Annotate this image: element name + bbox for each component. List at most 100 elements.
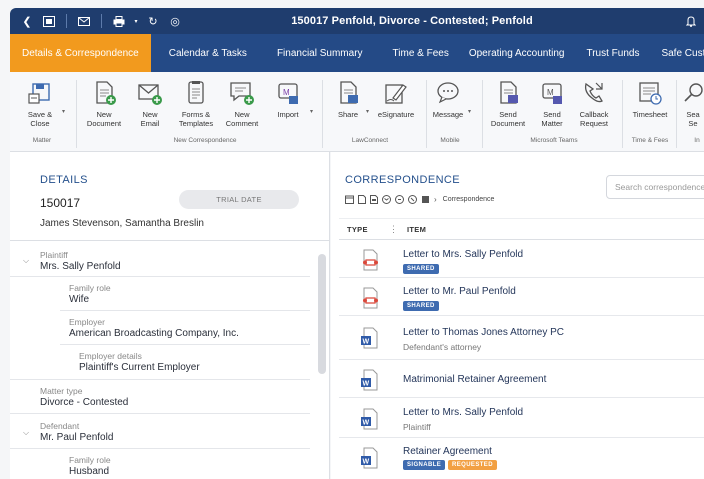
- toolbar-separator: [101, 14, 102, 28]
- timesheet-label: Timesheet: [632, 110, 668, 119]
- ribbon-divider: [482, 80, 483, 148]
- divider: [10, 240, 330, 241]
- new-comment-button[interactable]: New Comment: [218, 80, 266, 128]
- back-icon[interactable]: ❮: [18, 12, 36, 30]
- attachment-icon[interactable]: [421, 195, 430, 204]
- send-matter-label: Send Matter: [541, 110, 563, 128]
- breadcrumb-item[interactable]: Correspondence: [443, 196, 495, 203]
- ribbon-divider: [76, 80, 77, 148]
- column-menu-icon[interactable]: ⋮: [389, 224, 398, 235]
- search-button[interactable]: Sea Se: [678, 80, 704, 128]
- phone-icon[interactable]: [408, 195, 417, 204]
- table-row[interactable]: W Letter to Mrs. Sally Penfold Plaintiff: [339, 398, 704, 438]
- new-comment-label: New Comment: [225, 110, 259, 128]
- tab-time-fees[interactable]: Time & Fees: [379, 34, 459, 72]
- ribbon-group-new-correspondence: New Correspondence: [173, 137, 237, 144]
- divider: [10, 448, 310, 449]
- tab-safe-custody[interactable]: Safe Custo: [650, 34, 704, 72]
- employer-value: American Broadcasting Company, Inc.: [69, 328, 239, 339]
- column-item[interactable]: ITEM: [407, 225, 426, 234]
- matter-parties: James Stevenson, Samantha Breslin: [40, 218, 204, 229]
- plaintiff-value: Mrs. Sally Penfold: [40, 261, 121, 272]
- ribbon-group-time-fees: Time & Fees: [631, 137, 669, 144]
- item-title[interactable]: Letter to Mr. Paul Penfold: [403, 286, 516, 297]
- refresh-icon[interactable]: ↻: [144, 12, 162, 30]
- calendar-icon[interactable]: [345, 195, 354, 204]
- details-panel: DETAILS 150017 TRIAL DATE James Stevenso…: [10, 152, 330, 479]
- bell-icon[interactable]: [682, 12, 700, 30]
- tab-trust-funds[interactable]: Trust Funds: [575, 34, 650, 72]
- new-document-button[interactable]: New Document: [80, 80, 128, 128]
- tab-details-correspondence[interactable]: Details & Correspondence: [10, 34, 151, 72]
- import-icon: M: [278, 83, 298, 104]
- forms-templates-button[interactable]: Forms & Templates: [172, 80, 220, 128]
- share-label: Share: [337, 110, 358, 119]
- chevron-down-icon[interactable]: ⌵: [23, 428, 29, 438]
- chevron-down-icon[interactable]: ▾: [62, 108, 65, 115]
- family-role-label: Family role: [69, 283, 111, 293]
- home-icon[interactable]: [40, 12, 58, 30]
- svg-text:W: W: [363, 459, 370, 466]
- item-title[interactable]: Letter to Mrs. Sally Penfold: [403, 249, 523, 260]
- chevron-down-icon[interactable]: ⌵: [23, 256, 29, 266]
- svg-text:M: M: [283, 88, 290, 97]
- table-row[interactable]: W Matrimonial Retainer Agreement: [339, 360, 704, 398]
- search-input[interactable]: Search correspondence: [606, 175, 704, 199]
- tab-financial-summary[interactable]: Financial Summary: [261, 34, 379, 72]
- pdf-icon[interactable]: [370, 195, 378, 204]
- tab-operating-accounting[interactable]: Operating Accounting: [459, 34, 576, 72]
- defendant-value: Mr. Paul Penfold: [40, 432, 114, 443]
- svg-text:M: M: [547, 88, 554, 97]
- chevron-down-icon[interactable]: ▾: [310, 108, 313, 115]
- callback-request-button[interactable]: Callback Request: [570, 80, 618, 128]
- chevron-down-icon[interactable]: ▾: [468, 108, 471, 115]
- new-email-button[interactable]: New Email: [126, 80, 174, 128]
- ribbon-toolbar: Save & Close ▾ New Document New Email Fo…: [10, 72, 704, 152]
- defendant-label: Defendant: [40, 421, 80, 431]
- item-title[interactable]: Matrimonial Retainer Agreement: [403, 374, 546, 385]
- tab-calendar-tasks[interactable]: Calendar & Tasks: [151, 34, 261, 72]
- toolbar-separator: [66, 14, 67, 28]
- sync-icon[interactable]: ◎: [166, 12, 184, 30]
- import-label: Import: [277, 110, 299, 119]
- family-role-value: Wife: [69, 294, 89, 305]
- word-file-icon: W: [361, 327, 378, 349]
- table-row[interactable]: W Retainer Agreement SIGNABLE REQUESTED: [339, 438, 704, 479]
- share-button[interactable]: Share: [324, 80, 372, 119]
- table-row[interactable]: Letter to Mrs. Sally Penfold SHARED: [339, 241, 704, 278]
- new-email-icon: [138, 84, 162, 105]
- new-document-icon: [96, 81, 116, 105]
- table-row[interactable]: Letter to Mr. Paul Penfold SHARED: [339, 278, 704, 316]
- divider: [60, 344, 310, 345]
- word-file-icon: W: [361, 408, 378, 430]
- print-icon[interactable]: [110, 12, 128, 30]
- details-scrollbar[interactable]: [318, 254, 326, 374]
- document-icon[interactable]: [358, 195, 366, 204]
- column-type[interactable]: TYPE: [347, 225, 368, 234]
- forms-templates-icon: [188, 81, 204, 104]
- plaintiff-label: Plaintiff: [40, 250, 68, 260]
- email-icon[interactable]: [382, 195, 391, 204]
- send-matter-icon: M: [542, 83, 562, 104]
- send-document-button[interactable]: Send Document: [484, 80, 532, 128]
- details-title: DETAILS: [40, 174, 88, 186]
- esignature-button[interactable]: eSignature: [372, 80, 420, 119]
- save-close-button[interactable]: Save & Close: [16, 80, 64, 128]
- comment-icon[interactable]: [395, 195, 404, 204]
- family-role-value: Husband: [69, 466, 110, 477]
- chevron-down-icon[interactable]: ▾: [366, 108, 369, 115]
- mail-icon[interactable]: [75, 12, 93, 30]
- timesheet-button[interactable]: Timesheet: [626, 80, 674, 119]
- new-email-label: New Email: [140, 110, 160, 128]
- trial-date-button[interactable]: TRIAL DATE: [179, 190, 299, 209]
- message-label: Message: [432, 110, 464, 119]
- item-title[interactable]: Letter to Mrs. Sally Penfold: [403, 407, 523, 418]
- item-title[interactable]: Retainer Agreement: [403, 446, 492, 457]
- table-row[interactable]: W Letter to Thomas Jones Attorney PC Def…: [339, 316, 704, 360]
- chevron-down-icon[interactable]: ▾: [132, 12, 140, 30]
- main-nav: Details & Correspondence Calendar & Task…: [10, 34, 704, 72]
- import-button[interactable]: M Import: [264, 80, 312, 119]
- send-matter-button[interactable]: M Send Matter: [528, 80, 576, 128]
- message-button[interactable]: Message: [424, 80, 472, 119]
- item-title[interactable]: Letter to Thomas Jones Attorney PC: [403, 327, 564, 338]
